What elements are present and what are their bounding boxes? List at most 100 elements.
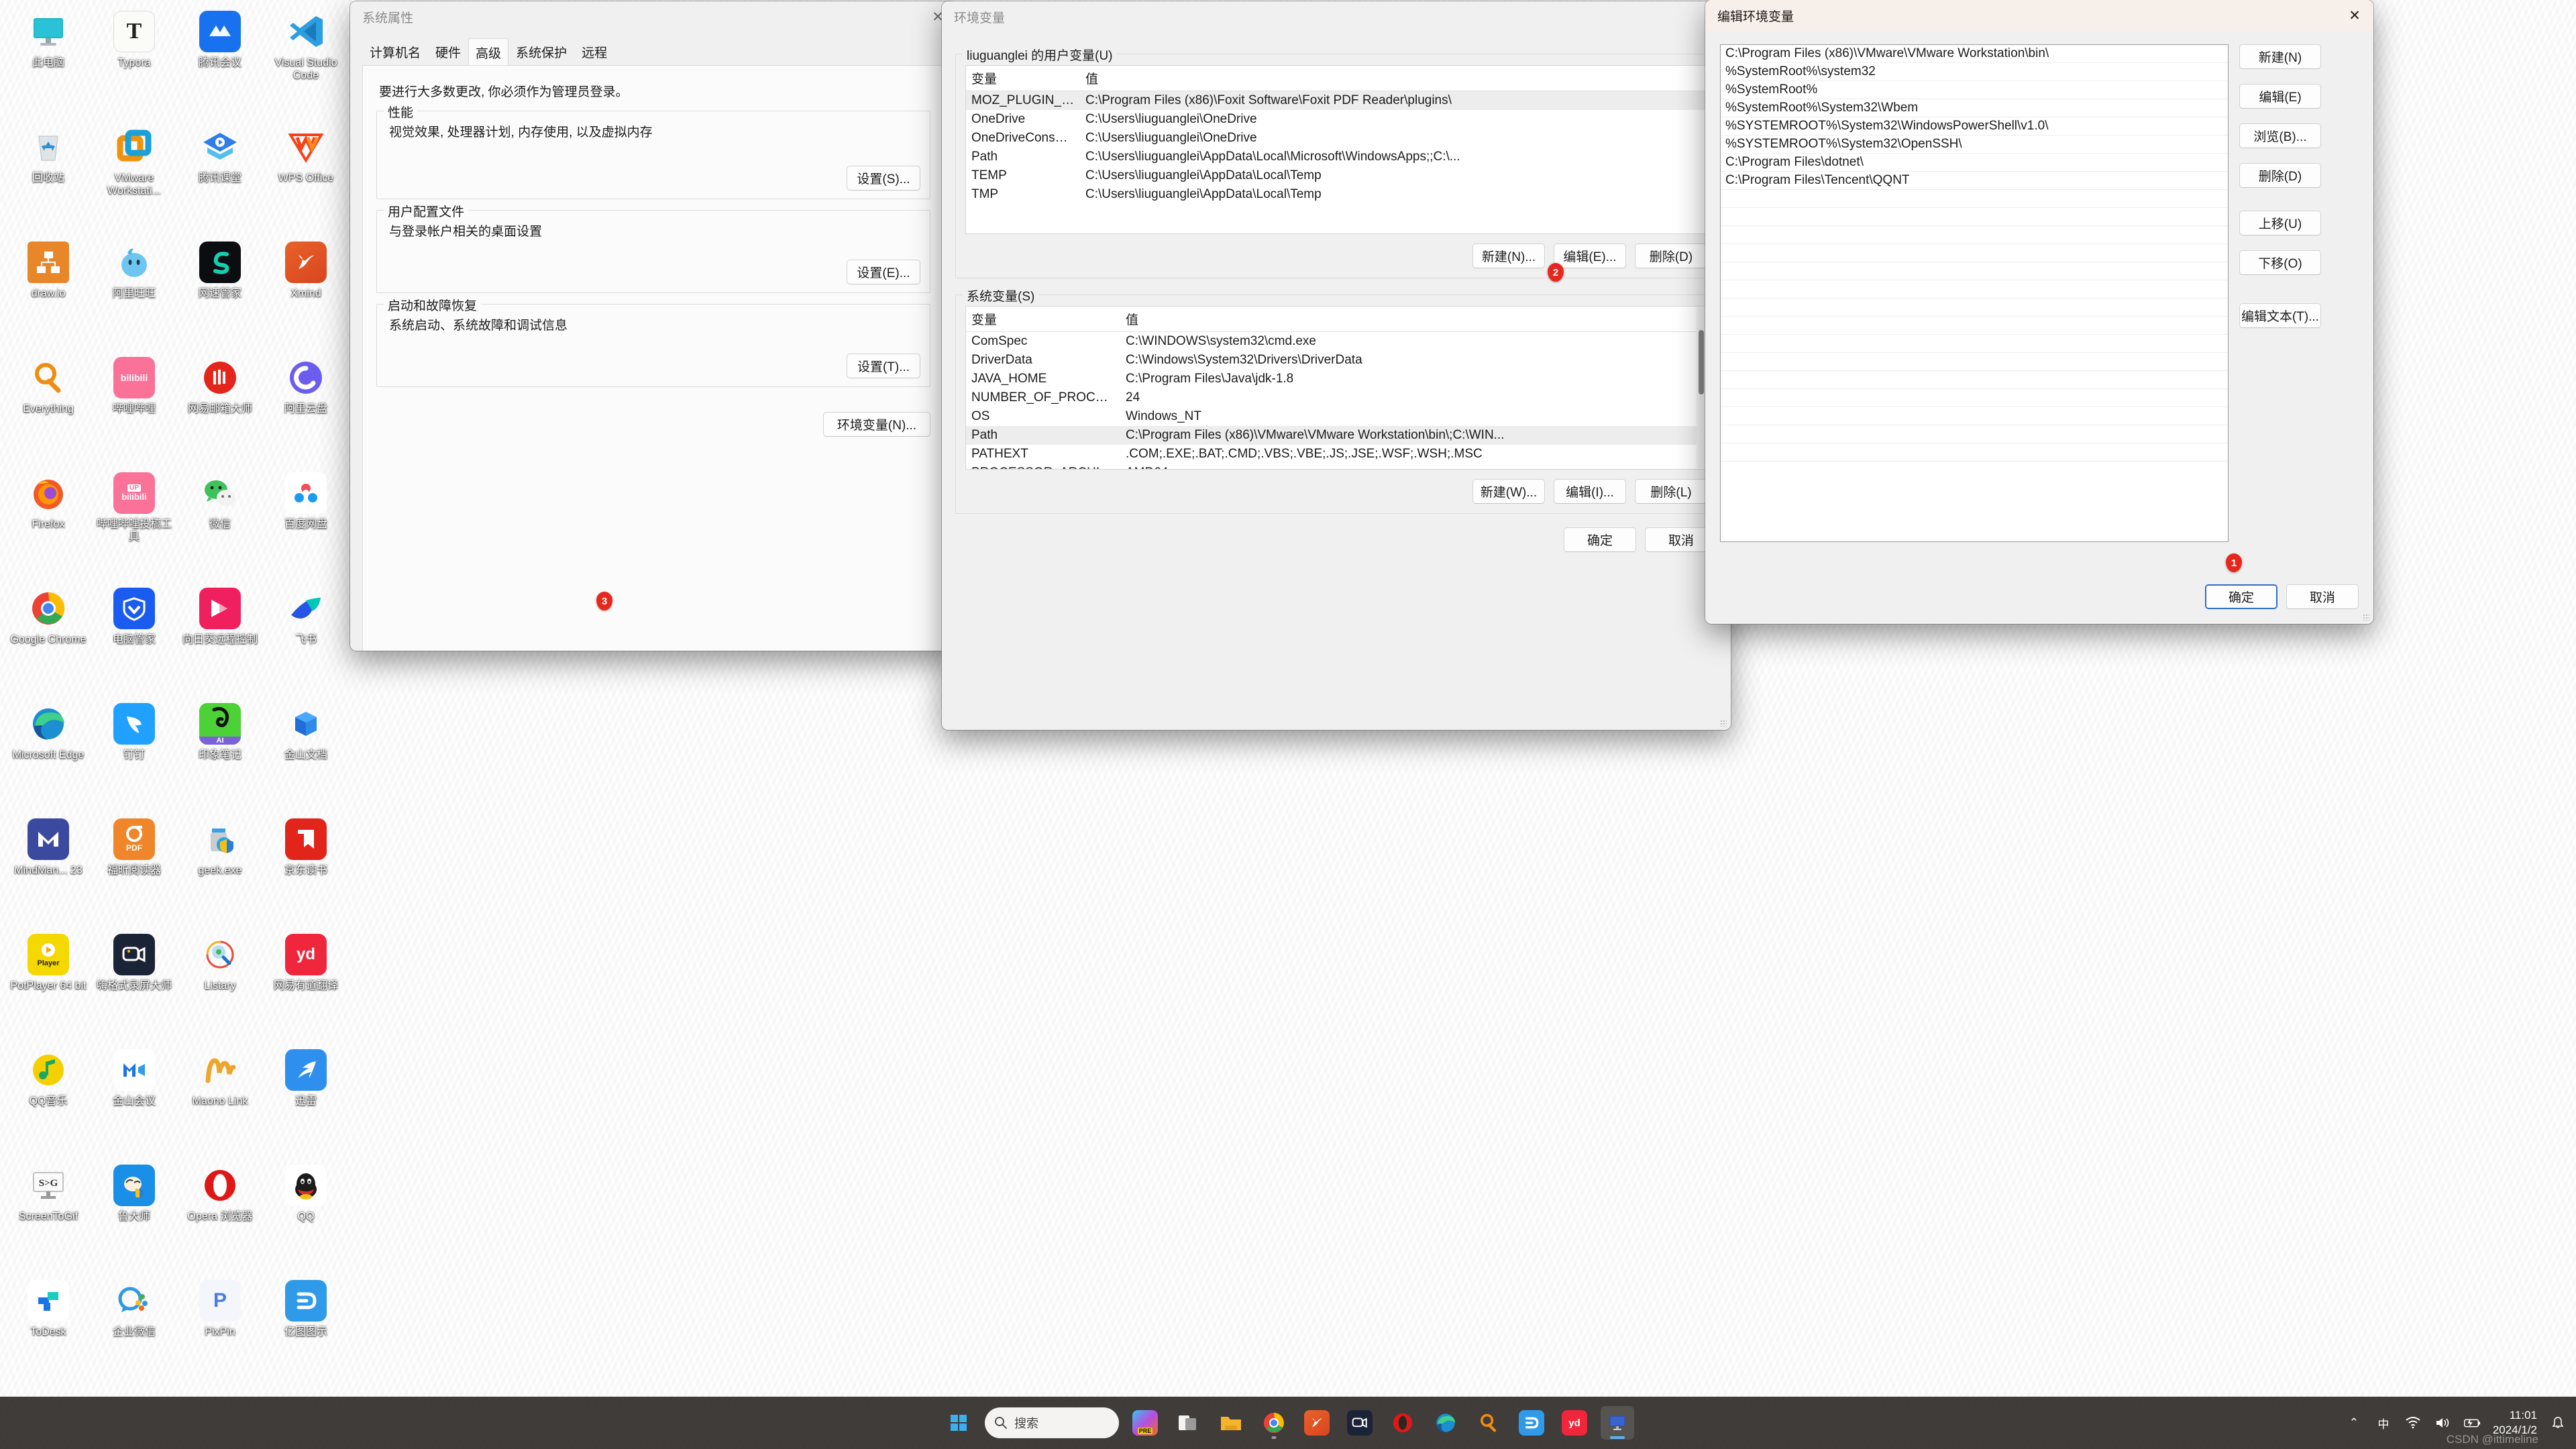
desktop-icon-wangsu-guanjia[interactable]: 网速管家 bbox=[177, 236, 263, 352]
desktop-icon-pixpin[interactable]: P PixPin bbox=[177, 1275, 263, 1390]
table-row[interactable]: JAVA_HOME C:\Program Files\Java\jdk-1.8 bbox=[966, 370, 1707, 388]
user-edit-button[interactable]: 编辑(E)... bbox=[1554, 244, 1626, 268]
desktop-icon-everything[interactable]: Everything bbox=[5, 352, 91, 467]
taskbar-item-file-explorer[interactable] bbox=[1214, 1406, 1248, 1440]
user-profiles-settings-button[interactable]: 设置(E)... bbox=[847, 260, 920, 284]
user-new-button[interactable]: 新建(N)... bbox=[1472, 244, 1545, 268]
table-row[interactable]: Path C:\Program Files (x86)\VMware\VMwar… bbox=[966, 426, 1707, 445]
desktop-icon-sunflower-remote[interactable]: 向日葵远程控制 bbox=[177, 582, 263, 698]
path-entries-list[interactable]: C:\Program Files (x86)\VMware\VMware Wor… bbox=[1720, 44, 2229, 542]
desktop-icon-potplayer[interactable]: Player PotPlayer 64 bit bbox=[5, 928, 91, 1044]
system-delete-button[interactable]: 删除(L) bbox=[1635, 479, 1707, 504]
list-item-empty[interactable] bbox=[1721, 425, 2228, 443]
resize-grip[interactable] bbox=[1720, 720, 1727, 727]
list-item-empty[interactable] bbox=[1721, 335, 2228, 353]
desktop-icon-vmware[interactable]: VMware Workstati... bbox=[91, 121, 177, 236]
table-row[interactable]: MOZ_PLUGIN_PATH C:\Program Files (x86)\F… bbox=[966, 91, 1707, 110]
desktop-icon-evernote[interactable]: AI 印象笔记 bbox=[177, 698, 263, 813]
edit-text-button[interactable]: 编辑文本(T)... bbox=[2239, 303, 2321, 328]
list-item[interactable]: %SYSTEMROOT%\System32\OpenSSH\ bbox=[1721, 136, 2228, 154]
start-button[interactable] bbox=[942, 1406, 975, 1440]
desktop-icon-this-pc[interactable]: 此电脑 bbox=[5, 5, 91, 121]
desktop-icon-recycle-bin[interactable]: 回收站 bbox=[5, 121, 91, 236]
bell-icon[interactable] bbox=[2549, 1414, 2567, 1432]
table-row[interactable]: Path C:\Users\liuguanglei\AppData\Local\… bbox=[966, 148, 1707, 166]
list-item-empty[interactable] bbox=[1721, 190, 2228, 208]
desktop-icon-kingsoft-docs[interactable]: 金山文档 bbox=[263, 698, 349, 813]
new-entry-button[interactable]: 新建(N) bbox=[2239, 44, 2321, 69]
list-item[interactable]: %SystemRoot%\System32\Wbem bbox=[1721, 99, 2228, 117]
list-item[interactable]: C:\Program Files\dotnet\ bbox=[1721, 154, 2228, 172]
desktop-icon-feishu[interactable]: 飞书 bbox=[263, 582, 349, 698]
desktop-icon-bilibili[interactable]: bilibili 哔哩哔哩 bbox=[91, 352, 177, 467]
tab-remote[interactable]: 远程 bbox=[574, 38, 614, 65]
taskbar-item-copilot[interactable]: PRE bbox=[1128, 1406, 1162, 1440]
table-row[interactable]: TMP C:\Users\liuguanglei\AppData\Local\T… bbox=[966, 185, 1707, 204]
list-item[interactable]: %SYSTEMROOT%\System32\WindowsPowerShell\… bbox=[1721, 117, 2228, 136]
system-properties-window[interactable]: 系统属性 ✕ 计算机名 硬件 高级 系统保护 远程 要进行大多数更改, 你必须作… bbox=[350, 1, 957, 651]
desktop-icon-kingsoft-meeting[interactable]: 金山会议 bbox=[91, 1044, 177, 1159]
list-item-empty[interactable] bbox=[1721, 407, 2228, 425]
desktop-icon-wecom[interactable]: 企业微信 bbox=[91, 1275, 177, 1390]
tab-advanced[interactable]: 高级 bbox=[468, 38, 509, 66]
desktop-icon-baidu-netdisk[interactable]: 百度网盘 bbox=[263, 467, 349, 582]
table-row[interactable]: OS Windows_NT bbox=[966, 407, 1707, 426]
search-input[interactable]: 搜索 bbox=[985, 1407, 1119, 1438]
list-item-empty[interactable] bbox=[1721, 443, 2228, 462]
user-delete-button[interactable]: 删除(D) bbox=[1635, 244, 1707, 268]
desktop-icon-netease-mail[interactable]: 网易邮箱大师 bbox=[177, 352, 263, 467]
desktop-icon-jd-read[interactable]: 京东读书 bbox=[263, 813, 349, 928]
desktop-icon-drawio[interactable]: draw.io bbox=[5, 236, 91, 352]
table-row[interactable]: OneDrive C:\Users\liuguanglei\OneDrive bbox=[966, 110, 1707, 129]
desktop-icon-thunder[interactable]: 迅雷 bbox=[263, 1044, 349, 1159]
tab-hardware[interactable]: 硬件 bbox=[428, 38, 468, 65]
desktop-icon-qq[interactable]: QQ bbox=[263, 1159, 349, 1275]
taskbar-item-xmind[interactable] bbox=[1300, 1406, 1334, 1440]
ime-indicator[interactable]: 中 bbox=[2375, 1414, 2392, 1432]
desktop-icon-listary[interactable]: Listary bbox=[177, 928, 263, 1044]
table-row[interactable]: DriverData C:\Windows\System32\Drivers\D… bbox=[966, 351, 1707, 370]
list-item-empty[interactable] bbox=[1721, 244, 2228, 262]
desktop-icon-xmind[interactable]: Xmind bbox=[263, 236, 349, 352]
environment-variables-button[interactable]: 环境变量(N)... bbox=[823, 412, 930, 437]
delete-entry-button[interactable]: 删除(D) bbox=[2239, 163, 2321, 188]
list-item-empty[interactable] bbox=[1721, 226, 2228, 244]
table-row[interactable]: NUMBER_OF_PROCESSORS 24 bbox=[966, 388, 1707, 407]
performance-settings-button[interactable]: 设置(S)... bbox=[847, 166, 920, 191]
desktop-icon-tencent-meeting[interactable]: 腾讯会议 bbox=[177, 5, 263, 121]
battery-charging-icon[interactable] bbox=[2463, 1414, 2481, 1432]
system-variables-list[interactable]: 变量 值 ComSpec C:\WINDOWS\system32\cmd.exe… bbox=[965, 306, 1707, 470]
desktop-icon-bilibili-upload[interactable]: UP bilibili 哔哩哔哩投稿工具 bbox=[91, 467, 177, 582]
desktop-icon-foxit-reader[interactable]: PDF 福昕阅读器 bbox=[91, 813, 177, 928]
taskbar-item-task-view[interactable] bbox=[1171, 1406, 1205, 1440]
desktop-icon-maono-link[interactable]: Maono Link bbox=[177, 1044, 263, 1159]
table-row[interactable]: PATHEXT .COM;.EXE;.BAT;.CMD;.VBS;.VBE;.J… bbox=[966, 445, 1707, 464]
environment-variables-window[interactable]: 环境变量 ✕ liuguanglei 的用户变量(U) 变量 值 MOZ_PLU… bbox=[942, 1, 1731, 730]
tab-system-protection[interactable]: 系统保护 bbox=[508, 38, 574, 65]
table-row[interactable]: PROCESSOR_ARCHITECTURE AMD64 bbox=[966, 464, 1707, 469]
ok-button[interactable]: 确定 bbox=[1564, 527, 1636, 552]
desktop-icon-vscode[interactable]: Visual Studio Code bbox=[263, 5, 349, 121]
cancel-button[interactable]: 取消 bbox=[2286, 584, 2359, 609]
close-icon[interactable]: ✕ bbox=[2336, 0, 2373, 31]
taskbar-clock[interactable]: 11:01 2024/1/2 bbox=[2493, 1408, 2537, 1438]
table-row[interactable]: OneDriveConsumer C:\Users\liuguanglei\On… bbox=[966, 129, 1707, 148]
desktop-icon-firefox[interactable]: Firefox bbox=[5, 467, 91, 582]
taskbar-item-system-properties[interactable] bbox=[1601, 1406, 1634, 1440]
desktop-icon-youdao-translate[interactable]: yd 网易有道翻译 bbox=[263, 928, 349, 1044]
taskbar-item-edge[interactable] bbox=[1429, 1406, 1462, 1440]
taskbar-item-opera[interactable] bbox=[1386, 1406, 1419, 1440]
list-item-empty[interactable] bbox=[1721, 389, 2228, 407]
desktop-icon-typora[interactable]: T Typora bbox=[91, 5, 177, 121]
resize-grip[interactable] bbox=[2363, 614, 2369, 621]
list-item-empty[interactable] bbox=[1721, 317, 2228, 335]
volume-icon[interactable] bbox=[2434, 1414, 2451, 1432]
taskbar-item-chrome[interactable] bbox=[1257, 1406, 1291, 1440]
list-item[interactable]: C:\Program Files (x86)\VMware\VMware Wor… bbox=[1721, 45, 2228, 63]
list-item-empty[interactable] bbox=[1721, 299, 2228, 317]
edit-environment-variable-window[interactable]: 编辑环境变量 ✕ C:\Program Files (x86)\VMware\V… bbox=[1705, 0, 2373, 624]
desktop-icon-tencent-ketang[interactable]: 腾讯课堂 bbox=[177, 121, 263, 236]
desktop-icon-ludashi[interactable]: 鲁大师 bbox=[91, 1159, 177, 1275]
table-row[interactable]: ComSpec C:\WINDOWS\system32\cmd.exe bbox=[966, 332, 1707, 351]
desktop-icon-todesk[interactable]: ToDesk bbox=[5, 1275, 91, 1390]
